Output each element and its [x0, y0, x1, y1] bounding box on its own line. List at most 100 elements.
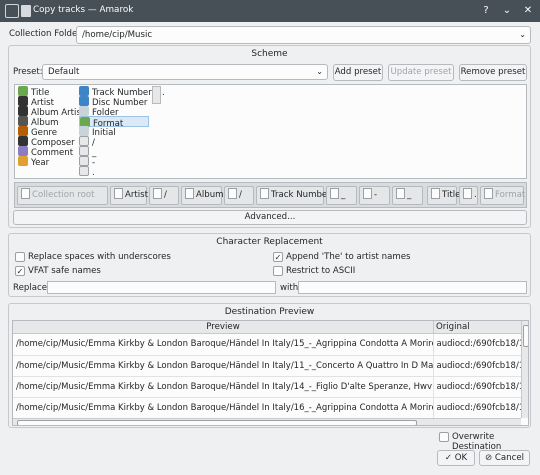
horizontal-scrollbar[interactable] — [13, 418, 521, 425]
original-cell: audiocd:/690fcb18/16?cddb — [432, 397, 521, 418]
vfat-checkbox[interactable]: ✓ — [15, 266, 25, 276]
pattern-token-label: Format — [495, 190, 526, 200]
pattern-token-6[interactable]: _ — [326, 186, 357, 205]
pattern-token-9[interactable]: Title — [427, 186, 461, 205]
table-row[interactable]: /home/cip/Music/Emma Kirkby & London Bar… — [13, 355, 521, 377]
pattern-token-label: . — [474, 190, 477, 200]
token-dot[interactable]: . — [79, 166, 95, 180]
append-the-checkbox[interactable]: ✓ — [273, 252, 283, 262]
ok-check-icon: ✓ — [444, 453, 455, 463]
preview-column-header[interactable]: Preview — [13, 321, 433, 334]
update-preset-button[interactable]: Update preset — [388, 64, 454, 81]
pattern-token-icon — [484, 188, 493, 199]
original-column-header[interactable]: Original — [433, 321, 521, 334]
replace-spaces-label: Replace spaces with underscores — [28, 252, 171, 262]
token-icon — [18, 156, 28, 166]
replace-input[interactable] — [47, 281, 276, 294]
ok-button[interactable]: ✓ OK — [437, 450, 475, 466]
help-icon[interactable]: ? — [478, 3, 494, 19]
pattern-token-icon — [431, 188, 440, 199]
pattern-token-icon — [21, 188, 30, 199]
token-icon — [79, 136, 89, 146]
token-year[interactable]: Year — [18, 156, 49, 170]
format-token-icon[interactable] — [152, 86, 161, 104]
replace-spaces-checkbox[interactable] — [15, 252, 25, 262]
pattern-token-7[interactable]: - — [359, 186, 390, 205]
preview-cell: /home/cip/Music/Emma Kirkby & London Bar… — [13, 397, 433, 418]
pattern-token-4[interactable]: / — [224, 186, 254, 205]
close-icon[interactable]: ✕ — [520, 3, 536, 19]
pattern-token-0[interactable]: Collection root — [17, 186, 108, 205]
preset-value: Default — [48, 67, 80, 77]
token-icon — [79, 126, 89, 136]
restrict-ascii-checkbox[interactable] — [273, 266, 283, 276]
pattern-token-11[interactable]: Format — [480, 186, 526, 205]
token-icon — [79, 106, 89, 116]
add-preset-button[interactable]: Add preset — [333, 64, 383, 81]
pattern-token-8[interactable]: _ — [392, 186, 423, 205]
token-icon — [18, 136, 28, 146]
table-row[interactable]: /home/cip/Music/Emma Kirkby & London Bar… — [13, 334, 521, 356]
pattern-token-icon — [463, 188, 472, 199]
vfat-label: VFAT safe names — [28, 266, 101, 276]
token-icon — [79, 146, 89, 156]
token-icon — [18, 126, 28, 136]
pattern-token-label: Track Number — [271, 190, 331, 200]
pattern-token-label: Artist — [125, 190, 149, 200]
cancel-label: Cancel — [494, 453, 525, 463]
token-icon — [79, 166, 89, 176]
app-menu-icon[interactable] — [5, 4, 19, 18]
chevron-down-icon: ⌄ — [316, 67, 323, 76]
minimize-icon[interactable]: ⌄ — [499, 3, 515, 19]
token-label: . — [92, 168, 95, 178]
pattern-token-icon — [228, 188, 237, 199]
pattern-token-3[interactable]: Album — [181, 186, 224, 205]
token-icon — [18, 116, 28, 126]
cancel-button[interactable]: ⊘ Cancel — [479, 450, 530, 466]
pattern-token-1[interactable]: Artist — [110, 186, 149, 205]
with-input[interactable] — [298, 281, 527, 294]
scrollbar-thumb[interactable] — [523, 325, 528, 347]
preview-cell: /home/cip/Music/Emma Kirkby & London Bar… — [13, 334, 433, 356]
advanced-button[interactable]: Advanced... — [13, 210, 527, 225]
original-cell: audiocd:/690fcb18/15?cddb — [432, 334, 521, 356]
hscrollbar-thumb[interactable] — [17, 420, 417, 425]
pattern-token-label: / — [239, 190, 242, 200]
preview-cell: /home/cip/Music/Emma Kirkby & London Bar… — [13, 355, 433, 377]
cancel-icon: ⊘ — [484, 453, 495, 463]
token-extra-dot[interactable]: . — [162, 86, 165, 100]
pattern-token-label: _ — [407, 190, 412, 200]
restrict-ascii-label: Restrict to ASCII — [286, 266, 356, 276]
token-icon — [18, 96, 28, 106]
pattern-token-icon — [363, 188, 372, 199]
pattern-token-icon — [114, 188, 123, 199]
collection-folder-combo[interactable]: /home/cip/Music ⌄ — [76, 26, 531, 44]
remove-preset-button[interactable]: Remove preset — [459, 64, 527, 81]
preset-label: Preset: — [13, 67, 43, 77]
table-row[interactable]: /home/cip/Music/Emma Kirkby & London Bar… — [13, 397, 521, 418]
token-icon — [79, 156, 89, 166]
pattern-token-label: Title — [442, 190, 461, 200]
token-icon — [18, 86, 28, 96]
original-cell: audiocd:/690fcb18/11?cddb — [432, 355, 521, 377]
replace-label: Replace — [13, 283, 47, 293]
pattern-token-10[interactable]: . — [459, 186, 478, 205]
token-icon — [79, 86, 89, 96]
token-icon — [18, 146, 28, 156]
window-title: Copy tracks — Amarok — [33, 5, 134, 15]
token-icon — [18, 106, 28, 116]
pattern-token-5[interactable]: Track Number — [256, 186, 331, 205]
token-pool: Title Artist Album Artist Album Genre Compose… — [14, 84, 527, 179]
table-row[interactable]: /home/cip/Music/Emma Kirkby & London Bar… — [13, 376, 521, 398]
overwrite-checkbox[interactable] — [439, 432, 449, 442]
document-icon — [21, 5, 31, 17]
preset-combo[interactable]: Default ⌄ — [42, 64, 328, 80]
pattern-token-label: - — [374, 190, 378, 200]
overwrite-label: Overwrite Destination — [452, 432, 502, 452]
char-replace-title: Character Replacement — [216, 237, 323, 247]
pattern-token-2[interactable]: / — [149, 186, 179, 205]
vertical-scrollbar[interactable] — [521, 321, 528, 418]
scheme-title: Scheme — [251, 49, 288, 59]
collection-folder-value: /home/cip/Music — [82, 30, 153, 40]
destination-table: Preview Original /home/cip/Music/Emma Ki… — [12, 320, 529, 426]
